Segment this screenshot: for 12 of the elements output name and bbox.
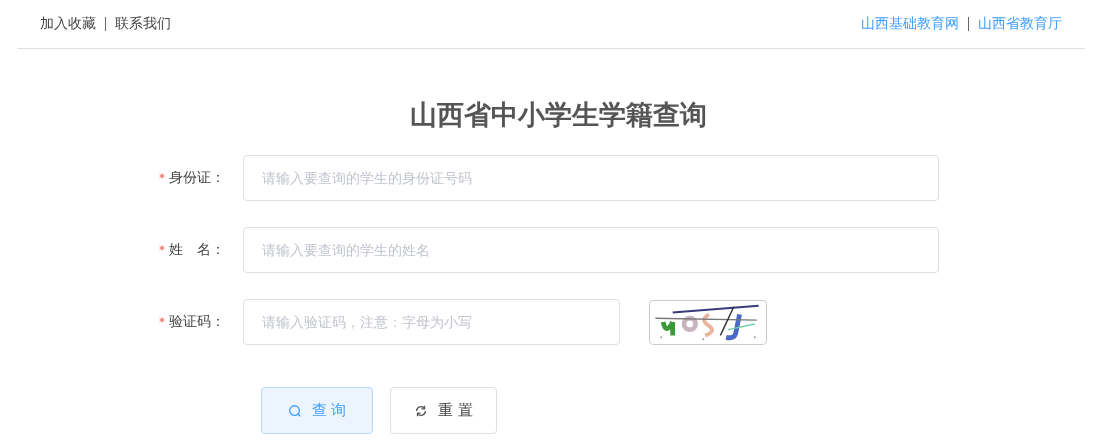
input-field[interactable]: 请输入要查询的学生的身份证号码 (243, 155, 939, 201)
refresh-icon (414, 403, 429, 418)
reset-button[interactable]: 重 置 (390, 387, 497, 434)
header-link[interactable]: 联系我们 (115, 15, 171, 33)
search-icon (287, 403, 302, 418)
page-title: 山西省中小学生学籍查询 (408, 98, 708, 132)
header-link[interactable]: 加入收藏 (40, 15, 96, 33)
field-label: 身份证： (169, 169, 225, 187)
input-field[interactable]: 请输入验证码，注意：字母为小写 (243, 299, 620, 345)
field-label: 验证码： (169, 313, 225, 331)
input-field[interactable]: 请输入要查询的学生的姓名 (243, 227, 939, 273)
field-label: 姓 名： (169, 241, 225, 259)
